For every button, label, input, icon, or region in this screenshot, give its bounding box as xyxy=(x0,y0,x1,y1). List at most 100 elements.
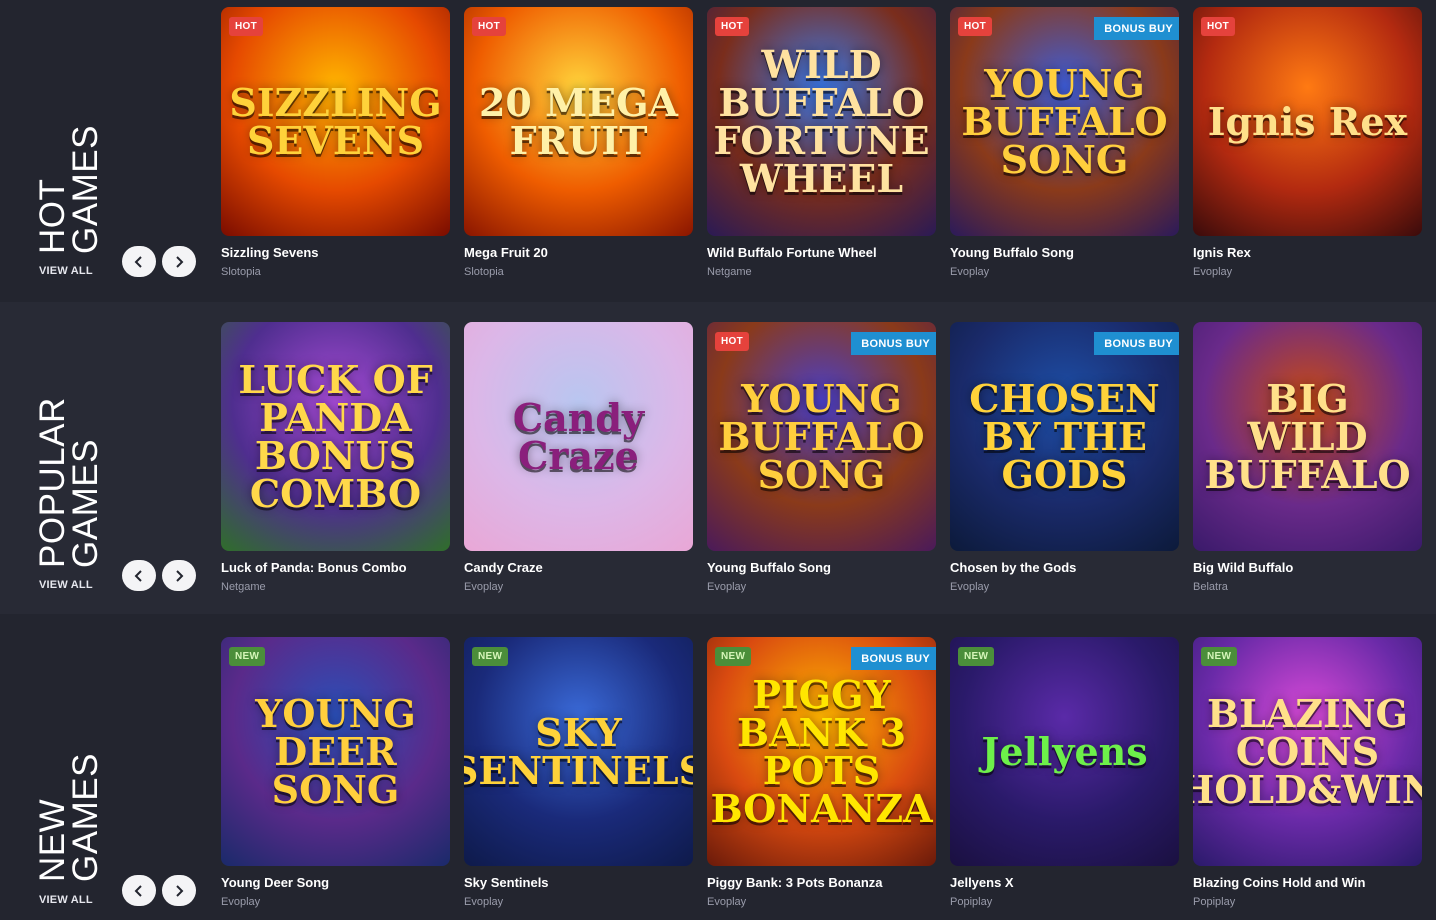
next-button[interactable] xyxy=(162,560,196,591)
game-provider: Evoplay xyxy=(707,896,747,908)
game-card[interactable]: PIGGY BANK 3 POTS BONANZA NEW BONUS BUY … xyxy=(707,637,936,908)
section-title-line1: POPULAR xyxy=(33,397,72,568)
view-all-link[interactable]: VIEW ALL xyxy=(39,579,93,591)
game-provider: Slotopia xyxy=(221,266,261,278)
game-name[interactable]: Young Deer Song xyxy=(221,875,450,890)
game-provider: Evoplay xyxy=(950,581,990,593)
game-card[interactable]: YOUNG DEER SONG NEW Young Deer Song Evop… xyxy=(221,637,450,908)
game-name[interactable]: Wild Buffalo Fortune Wheel xyxy=(707,245,936,260)
section-title: POPULAR GAMES xyxy=(33,397,108,568)
game-card[interactable]: BLAZING COINS HOLD&WIN NEW Blazing Coins… xyxy=(1193,637,1422,908)
game-thumbnail[interactable]: CHOSEN BY THE GODS BONUS BUY xyxy=(950,322,1179,551)
next-button[interactable] xyxy=(162,875,196,906)
popular-games-section: POPULAR GAMES VIEW ALL LUCK OF PANDA BON… xyxy=(0,302,1436,614)
game-provider: Popiplay xyxy=(950,896,993,908)
new-badge: NEW xyxy=(472,647,509,666)
game-card[interactable]: SIZZLING SEVENS HOT Sizzling Sevens Slot… xyxy=(221,7,450,278)
game-art-title: YOUNG DEER SONG xyxy=(255,690,416,812)
game-thumbnail[interactable]: Jellyens NEW xyxy=(950,637,1179,866)
hot-badge: HOT xyxy=(229,17,264,36)
chevron-left-icon xyxy=(134,569,142,582)
game-name[interactable]: Mega Fruit 20 xyxy=(464,245,693,260)
game-art: Ignis Rex xyxy=(1193,7,1422,236)
game-provider: Evoplay xyxy=(464,581,504,593)
game-name[interactable]: Sky Sentinels xyxy=(464,875,693,890)
view-all-link[interactable]: VIEW ALL xyxy=(39,894,93,906)
game-provider: Slotopia xyxy=(464,266,504,278)
game-art: WILD BUFFALO FORTUNE WHEEL xyxy=(707,7,936,236)
prev-button[interactable] xyxy=(122,560,156,591)
game-name[interactable]: Young Buffalo Song xyxy=(707,560,936,575)
game-name[interactable]: Chosen by the Gods xyxy=(950,560,1179,575)
chevron-right-icon xyxy=(176,569,184,582)
game-art-title: 20 MEGA FRUIT xyxy=(478,79,679,163)
game-name[interactable]: Blazing Coins Hold and Win xyxy=(1193,875,1422,890)
game-thumbnail[interactable]: WILD BUFFALO FORTUNE WHEEL HOT xyxy=(707,7,936,236)
game-name[interactable]: Young Buffalo Song xyxy=(950,245,1179,260)
game-name[interactable]: Piggy Bank: 3 Pots Bonanza xyxy=(707,875,936,890)
game-name[interactable]: Sizzling Sevens xyxy=(221,245,450,260)
game-thumbnail[interactable]: SKY SENTINELS NEW xyxy=(464,637,693,866)
game-art: YOUNG BUFFALO SONG xyxy=(707,322,936,551)
game-card[interactable]: LUCK OF PANDA BONUS COMBO Luck of Panda:… xyxy=(221,322,450,593)
section-title-line1: NEW xyxy=(33,798,72,882)
game-provider: Evoplay xyxy=(221,896,261,908)
game-card[interactable]: SKY SENTINELS NEW Sky Sentinels Evoplay xyxy=(464,637,693,908)
game-art-title: PIGGY BANK 3 POTS BONANZA xyxy=(710,671,933,831)
game-provider: Netgame xyxy=(707,266,752,278)
game-thumbnail[interactable]: YOUNG DEER SONG NEW xyxy=(221,637,450,866)
game-thumbnail[interactable]: Candy Craze xyxy=(464,322,693,551)
game-card[interactable]: 20 MEGA FRUIT HOT Mega Fruit 20 Slotopia xyxy=(464,7,693,278)
game-provider: Belatra xyxy=(1193,581,1228,593)
game-art-title: WILD BUFFALO FORTUNE WHEEL xyxy=(713,41,930,201)
bonus-buy-badge: BONUS BUY xyxy=(1094,17,1179,40)
new-badge: NEW xyxy=(958,647,995,666)
section-title: NEW GAMES xyxy=(33,753,108,882)
game-name[interactable]: Big Wild Buffalo xyxy=(1193,560,1422,575)
game-thumbnail[interactable]: 20 MEGA FRUIT HOT xyxy=(464,7,693,236)
game-provider: Netgame xyxy=(221,581,266,593)
game-art-title: Candy Craze xyxy=(512,394,645,478)
game-art-title: Jellyens xyxy=(981,728,1148,774)
game-thumbnail[interactable]: YOUNG BUFFALO SONG HOT BONUS BUY xyxy=(950,7,1179,236)
game-card[interactable]: Candy Craze Candy Craze Evoplay xyxy=(464,322,693,593)
game-thumbnail[interactable]: BLAZING COINS HOLD&WIN NEW xyxy=(1193,637,1422,866)
game-art: 20 MEGA FRUIT xyxy=(464,7,693,236)
game-art: YOUNG BUFFALO SONG xyxy=(950,7,1179,236)
new-games-section: NEW GAMES VIEW ALL YOUNG DEER SONG NEW Y… xyxy=(0,614,1436,920)
game-card[interactable]: WILD BUFFALO FORTUNE WHEEL HOT Wild Buff… xyxy=(707,7,936,278)
game-art: PIGGY BANK 3 POTS BONANZA xyxy=(707,637,936,866)
game-card[interactable]: Ignis Rex HOT Ignis Rex Evoplay xyxy=(1193,7,1422,278)
game-art-title: SKY SENTINELS xyxy=(464,709,693,793)
prev-button[interactable] xyxy=(122,875,156,906)
game-thumbnail[interactable]: PIGGY BANK 3 POTS BONANZA NEW BONUS BUY xyxy=(707,637,936,866)
game-thumbnail[interactable]: LUCK OF PANDA BONUS COMBO xyxy=(221,322,450,551)
game-art: SKY SENTINELS xyxy=(464,637,693,866)
section-title-line1: HOT xyxy=(33,178,72,254)
game-thumbnail[interactable]: Ignis Rex HOT xyxy=(1193,7,1422,236)
bonus-buy-badge: BONUS BUY xyxy=(1094,332,1179,355)
game-art-title: LUCK OF PANDA BONUS COMBO xyxy=(238,356,433,516)
bonus-buy-badge: BONUS BUY xyxy=(851,647,936,670)
game-card[interactable]: YOUNG BUFFALO SONG HOT BONUS BUY Young B… xyxy=(707,322,936,593)
view-all-link[interactable]: VIEW ALL xyxy=(39,265,93,277)
prev-button[interactable] xyxy=(122,246,156,277)
game-name[interactable]: Jellyens X xyxy=(950,875,1179,890)
section-title-line2: GAMES xyxy=(66,439,105,568)
chevron-left-icon xyxy=(134,255,142,268)
hot-badge: HOT xyxy=(1201,17,1236,36)
game-art-title: YOUNG BUFFALO SONG xyxy=(718,375,925,497)
game-name[interactable]: Ignis Rex xyxy=(1193,245,1422,260)
game-name[interactable]: Candy Craze xyxy=(464,560,693,575)
game-thumbnail[interactable]: YOUNG BUFFALO SONG HOT BONUS BUY xyxy=(707,322,936,551)
next-button[interactable] xyxy=(162,246,196,277)
game-card[interactable]: Jellyens NEW Jellyens X Popiplay xyxy=(950,637,1179,908)
game-card[interactable]: YOUNG BUFFALO SONG HOT BONUS BUY Young B… xyxy=(950,7,1179,278)
game-thumbnail[interactable]: SIZZLING SEVENS HOT xyxy=(221,7,450,236)
game-card[interactable]: CHOSEN BY THE GODS BONUS BUY Chosen by t… xyxy=(950,322,1179,593)
game-card[interactable]: BIG WILD BUFFALO Big Wild Buffalo Belatr… xyxy=(1193,322,1422,593)
game-thumbnail[interactable]: BIG WILD BUFFALO xyxy=(1193,322,1422,551)
section-title-line2: GAMES xyxy=(66,125,105,254)
game-art: CHOSEN BY THE GODS xyxy=(950,322,1179,551)
game-name[interactable]: Luck of Panda: Bonus Combo xyxy=(221,560,450,575)
